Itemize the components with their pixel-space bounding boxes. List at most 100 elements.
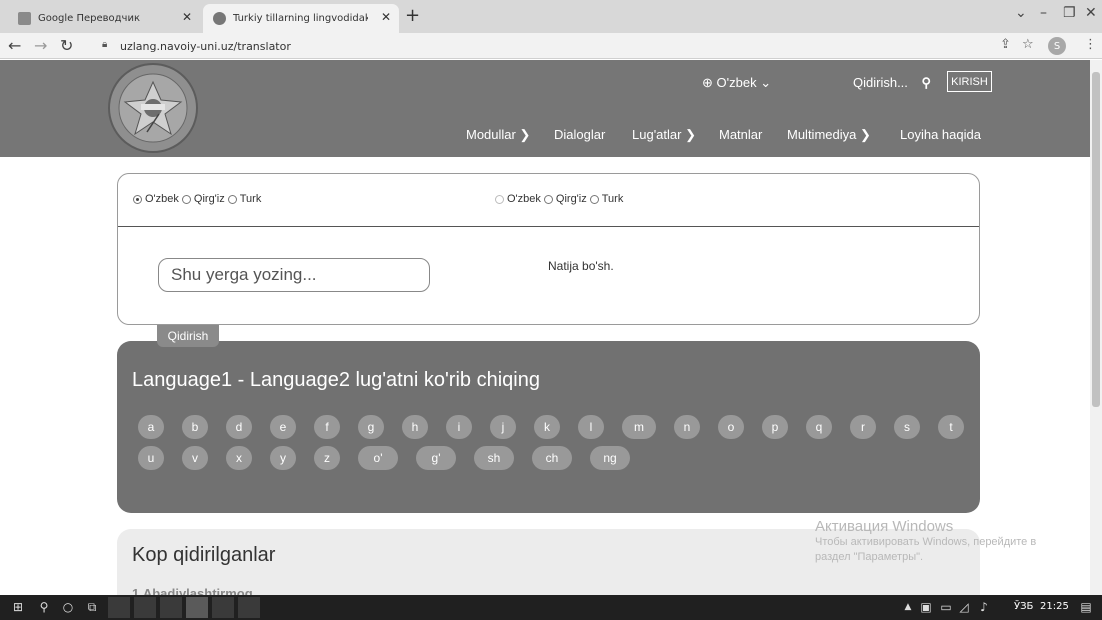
opera-icon[interactable] [134, 597, 156, 618]
letter-button[interactable]: v [182, 446, 208, 470]
letter-button[interactable]: o [718, 415, 744, 439]
forward-icon[interactable]: → [34, 36, 47, 55]
cortana-icon[interactable]: ○ [60, 599, 76, 615]
menu-kebab-icon[interactable]: ⋮ [1084, 37, 1097, 52]
tray-app-icon[interactable]: ▣ [918, 599, 934, 615]
file-explorer-icon[interactable] [108, 597, 130, 618]
chevron-right-icon: ❯ [685, 127, 696, 142]
letter-button[interactable]: sh [474, 446, 514, 470]
radio-source-kyrgyz[interactable] [181, 194, 191, 204]
activation-title: Активация Windows [815, 518, 954, 535]
tab-translator[interactable]: Turkiy tillarning lingvodidaktik el ✕ [203, 4, 399, 33]
telegram-icon[interactable] [238, 597, 260, 618]
letter-button[interactable]: a [138, 415, 164, 439]
radio-target-kyrgyz[interactable] [543, 194, 553, 204]
letter-button[interactable]: h [402, 415, 428, 439]
card-divider [118, 226, 979, 227]
letter-button[interactable]: n [674, 415, 700, 439]
letter-button[interactable]: y [270, 446, 296, 470]
letter-button[interactable]: f [314, 415, 340, 439]
letter-button[interactable]: u [138, 446, 164, 470]
letter-button[interactable]: r [850, 415, 876, 439]
profile-avatar[interactable]: S [1048, 37, 1066, 55]
activation-line: раздел "Параметры". [815, 551, 924, 563]
letter-button[interactable]: q [806, 415, 832, 439]
new-tab-icon[interactable]: + [405, 5, 420, 26]
radio-target-uzbek[interactable] [495, 194, 504, 204]
login-button[interactable]: KIRISH [947, 71, 992, 92]
word-icon[interactable] [160, 597, 182, 618]
nav-lugatlar[interactable]: Lug'atlar ❯ [632, 127, 696, 143]
popular-title: Kop qidirilganlar [132, 544, 276, 566]
letter-button[interactable]: t [938, 415, 964, 439]
letter-button[interactable]: l [578, 415, 604, 439]
letter-button[interactable]: g [358, 415, 384, 439]
restore-icon[interactable]: ❐ [1063, 5, 1076, 21]
site-logo-icon [213, 12, 226, 25]
header-search[interactable]: Qidirish... ⚲ [853, 75, 931, 91]
nav-loyiha-haqida[interactable]: Loyiha haqida [900, 127, 981, 142]
nav-label: Modullar [466, 127, 516, 142]
keyboard-language[interactable]: ЎЗБ [1014, 601, 1033, 612]
tab-google-translate[interactable]: Google Переводчик ✕ [8, 4, 200, 33]
nav-label: Multimediya [787, 127, 857, 142]
letter-button[interactable]: e [270, 415, 296, 439]
letter-button[interactable]: j [490, 415, 516, 439]
letter-button[interactable]: s [894, 415, 920, 439]
search-icon[interactable]: ⚲ [36, 599, 52, 615]
tray-expand-icon[interactable]: ▲ [900, 599, 916, 615]
tab-search-icon[interactable]: ⌄ [1015, 5, 1027, 21]
nav-modullar[interactable]: Modullar ❯ [466, 127, 530, 143]
language-selector[interactable]: ⊕ O'zbek ⌄ [702, 75, 771, 91]
university-logo[interactable] [103, 62, 203, 154]
system-clock[interactable]: 21:25 [1040, 601, 1069, 612]
nav-matnlar[interactable]: Matnlar [719, 127, 762, 142]
reload-icon[interactable]: ↻ [60, 36, 73, 55]
letter-button[interactable]: z [314, 446, 340, 470]
letter-button[interactable]: d [226, 415, 252, 439]
scrollbar-thumb[interactable] [1092, 72, 1100, 407]
chrome-icon[interactable] [186, 597, 208, 618]
radio-target-turkish[interactable] [589, 194, 599, 204]
google-translate-icon [18, 12, 31, 25]
volume-icon[interactable]: ♪ [976, 599, 992, 615]
minimize-icon[interactable]: – [1040, 5, 1047, 21]
battery-icon[interactable]: ▭ [938, 599, 954, 615]
bookmark-star-icon[interactable]: ☆ [1022, 37, 1034, 52]
pdf-reader-icon[interactable] [212, 597, 234, 618]
nav-multimediya[interactable]: Multimediya ❯ [787, 127, 871, 143]
translation-input[interactable] [158, 258, 430, 292]
globe-icon: ⊕ [702, 75, 713, 90]
windows-activation-watermark: Активация Windows Чтобы активировать Win… [815, 518, 1036, 565]
letter-button[interactable]: ch [532, 446, 572, 470]
search-button[interactable]: Qidirish [157, 325, 219, 347]
letter-button[interactable]: g' [416, 446, 456, 470]
radio-source-uzbek[interactable] [133, 194, 142, 204]
close-tab-icon[interactable]: ✕ [381, 10, 391, 24]
letter-button[interactable]: k [534, 415, 560, 439]
letter-button[interactable]: i [446, 415, 472, 439]
radio-label: O'zbek [145, 193, 179, 205]
nav-dialoglar[interactable]: Dialoglar [554, 127, 605, 142]
address-bar[interactable]: 🔒︎ uzlang.navoiy-uni.uz/translator [90, 35, 1050, 57]
radio-source-turkish[interactable] [227, 194, 237, 204]
letter-button[interactable]: o' [358, 446, 398, 470]
letter-button[interactable]: x [226, 446, 252, 470]
letter-button[interactable]: b [182, 415, 208, 439]
lock-icon: 🔒︎ [102, 39, 108, 50]
close-tab-icon[interactable]: ✕ [182, 10, 192, 24]
notifications-icon[interactable]: ▤ [1078, 599, 1094, 615]
letter-button[interactable]: ng [590, 446, 630, 470]
close-window-icon[interactable]: ✕ [1085, 5, 1097, 21]
back-icon[interactable]: ← [8, 36, 21, 55]
search-icon[interactable]: ⚲ [922, 75, 932, 90]
letter-button[interactable]: p [762, 415, 788, 439]
language-selector-label: O'zbek [716, 75, 757, 90]
task-view-icon[interactable]: ⧉ [84, 599, 100, 615]
network-icon[interactable]: ◿ [956, 599, 972, 615]
letter-button[interactable]: m [622, 415, 656, 439]
share-icon[interactable]: ⇪ [1000, 37, 1011, 52]
radio-label: Qirg'iz [555, 193, 587, 205]
windows-start-icon[interactable]: ⊞ [10, 599, 26, 615]
page-scrollbar[interactable] [1090, 60, 1102, 595]
